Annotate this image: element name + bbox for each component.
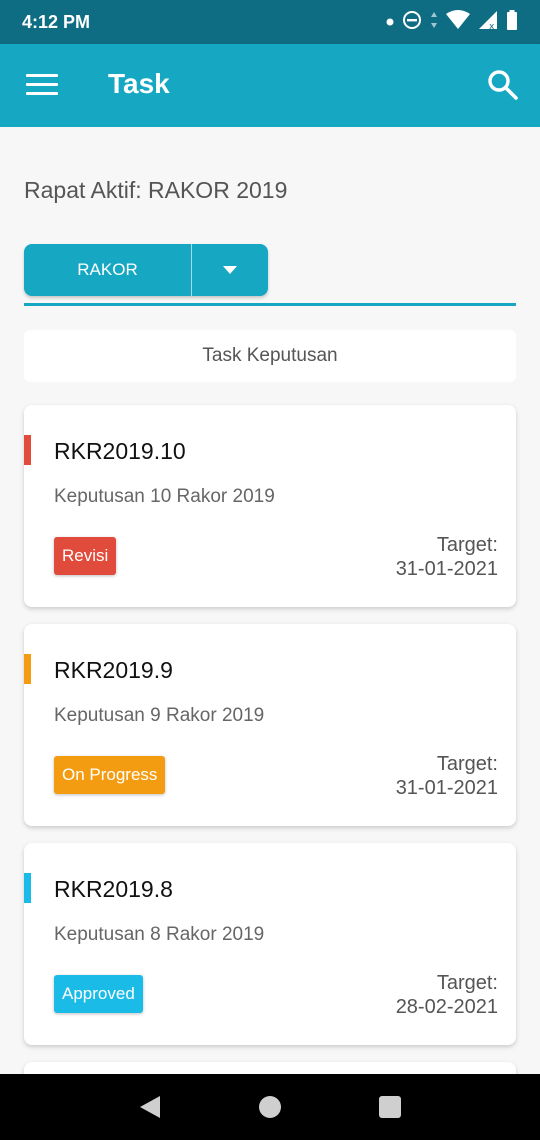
task-description: Keputusan 8 Rakor 2019 xyxy=(54,924,265,945)
back-icon[interactable] xyxy=(135,1092,165,1122)
dropdown-underline xyxy=(24,303,516,306)
task-card[interactable] xyxy=(24,1062,516,1074)
section-header: Task Keputusan xyxy=(24,330,516,382)
svg-text:x: x xyxy=(489,22,495,30)
status-badge: On Progress xyxy=(54,756,166,794)
meeting-dropdown[interactable]: RAKOR xyxy=(24,244,268,296)
system-nav-bar xyxy=(0,1074,540,1140)
target-label: Target: xyxy=(436,972,498,994)
wifi-icon xyxy=(446,9,470,35)
status-time: 4:12 PM xyxy=(22,11,91,32)
task-accent-bar xyxy=(24,654,31,684)
app-bar: Task xyxy=(0,44,540,127)
target-label: Target: xyxy=(436,753,498,775)
notification-dot-icon xyxy=(386,13,394,31)
task-accent-bar xyxy=(24,873,31,903)
page-title: Task xyxy=(108,68,170,99)
do-not-disturb-icon xyxy=(402,10,422,35)
home-icon[interactable] xyxy=(255,1092,285,1122)
hamburger-menu-icon[interactable] xyxy=(26,74,58,96)
target-label: Target: xyxy=(436,534,498,556)
task-target: Target: 31-01-2021 xyxy=(396,533,498,581)
search-icon[interactable] xyxy=(486,68,520,102)
battery-icon xyxy=(506,9,518,35)
task-description: Keputusan 9 Rakor 2019 xyxy=(54,705,265,726)
task-description: Keputusan 10 Rakor 2019 xyxy=(54,486,275,507)
task-target: Target: 28-02-2021 xyxy=(396,971,498,1019)
task-code: RKR2019.9 xyxy=(54,657,173,683)
target-date: 31-01-2021 xyxy=(395,558,498,580)
task-accent-bar xyxy=(24,435,31,465)
task-card[interactable]: RKR2019.8 Keputusan 8 Rakor 2019 Approve… xyxy=(24,843,516,1045)
status-badge: Revisi xyxy=(54,537,117,575)
task-code: RKR2019.8 xyxy=(54,876,173,902)
task-list: RKR2019.10 Keputusan 10 Rakor 2019 Revis… xyxy=(24,405,516,1074)
task-target: Target: 31-01-2021 xyxy=(396,752,498,800)
task-card[interactable]: RKR2019.9 Keputusan 9 Rakor 2019 On Prog… xyxy=(24,624,516,826)
data-arrows-icon xyxy=(430,11,438,34)
status-badge: Approved xyxy=(54,975,143,1013)
active-meeting-label: Rapat Aktif: RAKOR 2019 xyxy=(24,177,288,203)
dropdown-selected-value[interactable]: RAKOR xyxy=(24,244,192,296)
signal-icon: x xyxy=(478,10,498,35)
target-date: 28-02-2021 xyxy=(395,996,498,1018)
recents-icon[interactable] xyxy=(375,1092,405,1122)
status-bar: 4:12 PM x xyxy=(0,0,540,44)
status-icons: x xyxy=(386,9,518,35)
task-code: RKR2019.10 xyxy=(54,438,186,464)
target-date: 31-01-2021 xyxy=(395,777,498,799)
task-card[interactable]: RKR2019.10 Keputusan 10 Rakor 2019 Revis… xyxy=(24,405,516,607)
chevron-down-icon[interactable] xyxy=(192,244,268,296)
main-content: Rapat Aktif: RAKOR 2019 RAKOR Task Keput… xyxy=(0,127,540,1074)
